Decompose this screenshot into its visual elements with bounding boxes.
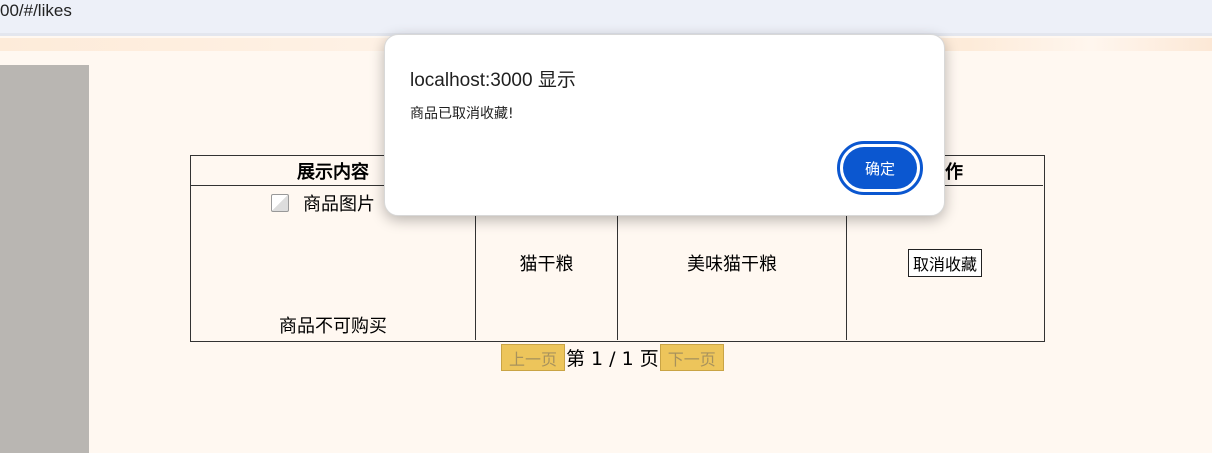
- page-indicator: 第 1 / 1 页: [566, 348, 659, 370]
- dialog-message: 商品已取消收藏!: [410, 106, 514, 122]
- product-image-alt: 商品图片: [303, 194, 375, 215]
- next-page-button[interactable]: 下一页: [659, 344, 724, 371]
- dialog-ok-button[interactable]: 确定: [837, 141, 923, 195]
- sidebar: [0, 65, 89, 453]
- dialog-title: localhost:3000 显示: [410, 70, 576, 91]
- pagination: 上一页 第 1 / 1 页 下一页: [501, 344, 724, 371]
- product-description: 美味猫干粮: [687, 254, 777, 275]
- buy-status-text: 商品不可购买: [279, 316, 387, 337]
- header-action-label: 作: [945, 161, 963, 183]
- alert-dialog: localhost:3000 显示 商品已取消收藏! 确定: [384, 34, 945, 216]
- dialog-ok-label[interactable]: 确定: [843, 147, 917, 189]
- broken-image-icon: [271, 194, 289, 212]
- product-name: 猫干粮: [519, 254, 574, 275]
- product-image: 商品图片: [271, 190, 375, 216]
- cancel-favorite-button[interactable]: 取消收藏: [907, 249, 982, 277]
- address-url[interactable]: 00/#/likes: [0, 1, 72, 21]
- prev-page-button[interactable]: 上一页: [501, 344, 566, 371]
- header-display-label: 展示内容: [297, 161, 369, 183]
- browser-address-bar[interactable]: 00/#/likes: [0, 0, 1212, 33]
